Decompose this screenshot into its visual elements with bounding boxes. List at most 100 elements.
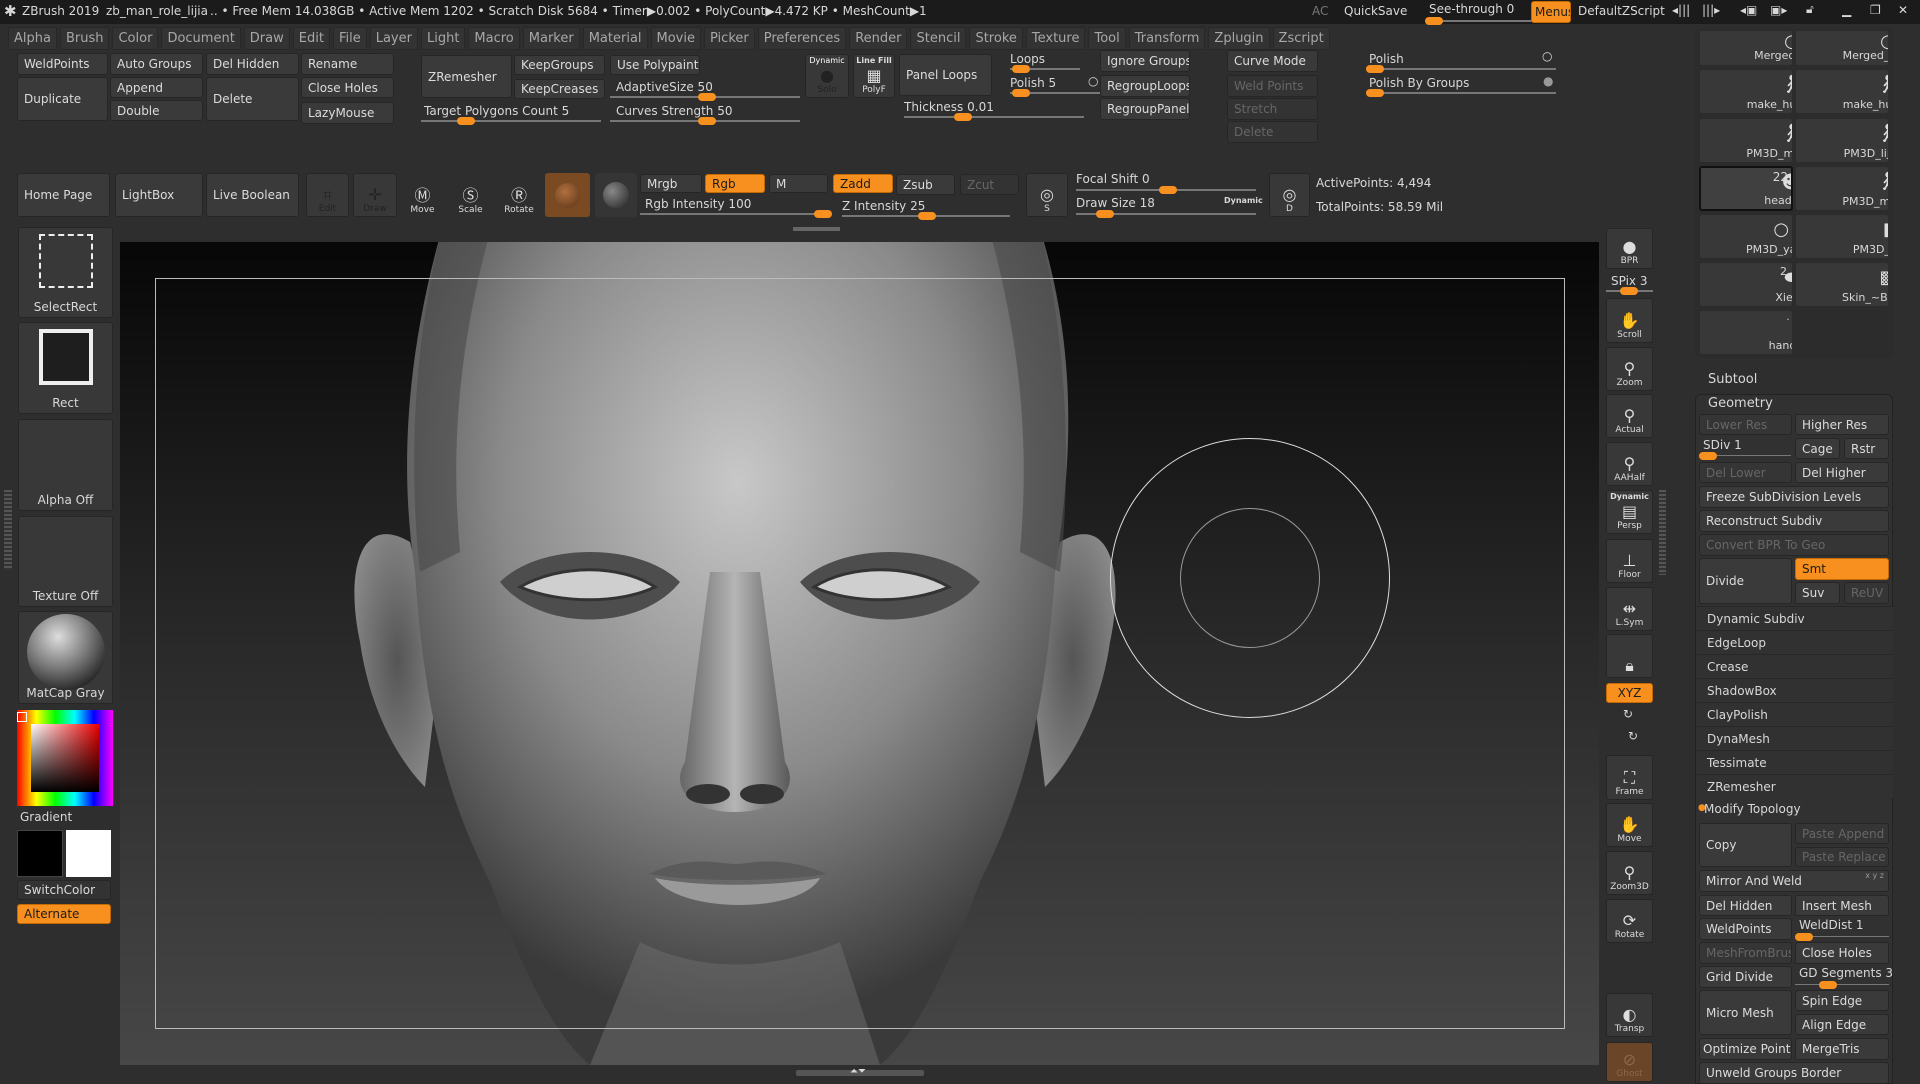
subtool-item[interactable]: ○ ○ PM3D_yaodaiyua <box>1699 214 1793 259</box>
double-button[interactable]: Double <box>110 100 203 121</box>
polish-toggle-icon[interactable]: ○ <box>1088 74 1098 88</box>
menu-edit[interactable]: Edit <box>292 27 330 50</box>
subtool-item[interactable]: 🚶︎ make_human_ro <box>1699 69 1793 114</box>
paste-replace-button[interactable]: Paste Replace <box>1795 847 1889 867</box>
focal-s-button[interactable]: ◎ S <box>1026 173 1068 217</box>
close-holes-button[interactable]: Close Holes <box>301 77 394 98</box>
subtool-item-selected[interactable]: ☻22head_uv1 <box>1699 166 1793 211</box>
color-square[interactable] <box>31 724 99 792</box>
actual-button[interactable]: ⚲ Actual <box>1606 394 1653 438</box>
del-higher-button[interactable]: Del Higher <box>1795 462 1889 483</box>
left-dock-scroll-handle[interactable] <box>4 490 12 570</box>
subtool-item[interactable]: 🚶︎ PM3D_make_hur <box>1795 166 1889 211</box>
delete-button[interactable]: Delete <box>206 77 299 121</box>
keepcreases-button[interactable]: KeepCreases <box>514 79 605 99</box>
lazymouse-button[interactable]: LazyMouse <box>301 102 394 124</box>
append-button[interactable]: Append <box>110 77 203 98</box>
rect-button[interactable]: Rect <box>18 322 113 414</box>
bpr-button[interactable]: ● BPR <box>1606 228 1653 269</box>
dock-right-icon[interactable]: |||▸ <box>1702 3 1720 17</box>
focal-d-button[interactable]: ◎ D <box>1269 173 1310 217</box>
home-page-button[interactable]: Home Page <box>17 173 110 217</box>
weldpoints-panel-button[interactable]: WeldPoints <box>1699 918 1792 940</box>
scale-button[interactable]: Ⓢ Scale <box>451 173 490 217</box>
section-dynamic-subdiv[interactable]: Dynamic Subdiv <box>1697 606 1893 630</box>
m-button[interactable]: M <box>769 174 828 193</box>
draw-button[interactable]: ✛ Draw <box>353 173 397 217</box>
zremesher-button[interactable]: ZRemesher <box>421 55 512 98</box>
menu-file[interactable]: File <box>332 27 367 50</box>
menu-macro[interactable]: Macro <box>468 27 520 50</box>
layout-icon[interactable]: ◂▣ <box>1740 3 1757 17</box>
subtool-item[interactable]: ⬬2Xiezi2 <box>1699 262 1793 307</box>
rstr-button[interactable]: Rstr <box>1844 438 1889 459</box>
top-shelf-scrollbar[interactable] <box>793 227 840 231</box>
zoom3d-button[interactable]: ⚲ Zoom3D <box>1606 851 1653 895</box>
subtool-item[interactable]: ○Merged_腰带绳子 <box>1795 30 1889 66</box>
z-intensity-slider[interactable]: Z Intensity 25 <box>842 199 1010 220</box>
menu-zscript[interactable]: Zscript <box>1272 27 1330 50</box>
move-button[interactable]: Ⓜ Move <box>404 173 441 217</box>
solo-button[interactable]: Dynamic ● Solo <box>805 54 849 98</box>
select-rect-button[interactable]: SelectRect <box>18 227 113 318</box>
menu-movie[interactable]: Movie <box>650 27 701 50</box>
matcap-button[interactable]: MatCap Gray <box>18 611 113 704</box>
floor-button[interactable]: ⊥ Floor <box>1606 539 1653 583</box>
rename-button[interactable]: Rename <box>301 53 394 75</box>
polish-5-slider[interactable]: Polish 5 <box>1010 76 1100 97</box>
polish-circle-icon[interactable]: ○ <box>1542 49 1552 63</box>
aahalf-button[interactable]: ⚲ AAHalf <box>1606 442 1653 486</box>
dynamic-size-toggle[interactable]: Dynamic <box>1224 196 1263 205</box>
xyz-rotate-button[interactable]: XYZ <box>1606 683 1653 703</box>
subtool-header[interactable]: Subtool <box>1708 372 1757 387</box>
frame-button[interactable]: ⛶ Frame <box>1606 755 1653 800</box>
lsym-button[interactable]: ⇹ L.Sym <box>1606 587 1653 631</box>
edit-button[interactable]: ⌗ Edit <box>306 173 349 217</box>
section-tessimate[interactable]: Tessimate <box>1697 750 1893 774</box>
reuv-button[interactable]: ReUV <box>1844 582 1889 604</box>
menu-alpha[interactable]: Alpha <box>8 27 57 50</box>
smt-toggle[interactable]: Smt <box>1795 558 1889 580</box>
subtool-item[interactable]: ▩ Skin_~BrushAlph <box>1795 262 1889 307</box>
dock-left-icon[interactable]: ◂||| <box>1672 3 1690 17</box>
geometry-header[interactable]: Geometry <box>1708 396 1773 411</box>
expand-bottom-icon[interactable]: ⏶⏷ <box>850 1066 866 1077</box>
modify-topology-header[interactable]: Modify Topology <box>1704 802 1801 816</box>
lightbox-button[interactable]: LightBox <box>115 173 203 217</box>
convert-bpr-button[interactable]: Convert BPR To Geo <box>1699 534 1889 556</box>
menu-document[interactable]: Document <box>161 27 241 50</box>
section-crease[interactable]: Crease <box>1697 654 1893 678</box>
use-polypaint-button[interactable]: Use Polypaint <box>610 55 700 75</box>
menus-button[interactable]: Menus <box>1531 1 1571 23</box>
mirror-axes-toggle[interactable]: x y z <box>1865 871 1884 880</box>
divide-button[interactable]: Divide <box>1699 558 1792 604</box>
optimize-points-button[interactable]: Optimize Points <box>1699 1038 1792 1060</box>
menu-brush[interactable]: Brush <box>59 27 110 50</box>
section-edgeloop[interactable]: EdgeLoop <box>1697 630 1893 654</box>
del-hidden-panel-button[interactable]: Del Hidden <box>1699 895 1792 916</box>
viewport-canvas[interactable] <box>120 242 1599 1065</box>
meshfrombrush-button[interactable]: MeshFromBrush <box>1699 942 1792 964</box>
delete-curve-button[interactable]: Delete <box>1227 121 1318 143</box>
gd-segments-slider[interactable]: GD Segments 3 <box>1795 966 1893 989</box>
close-icon[interactable]: ✕ <box>1898 3 1908 17</box>
rgb-intensity-slider[interactable]: Rgb Intensity 100 <box>640 197 832 218</box>
section-shadowbox[interactable]: ShadowBox <box>1697 678 1893 702</box>
freeze-subdivision-button[interactable]: Freeze SubDivision Levels <box>1699 486 1889 508</box>
curves-strength-slider[interactable]: Curves Strength 50 <box>610 104 800 126</box>
z-rotate-icon[interactable]: ↻ <box>1628 729 1638 743</box>
menu-stroke[interactable]: Stroke <box>969 27 1023 50</box>
rotate-button[interactable]: Ⓡ Rotate <box>497 173 541 217</box>
insert-mesh-button[interactable]: Insert Mesh <box>1795 895 1889 916</box>
ignore-groups-button[interactable]: Ignore Groups <box>1100 50 1190 72</box>
menu-zplugin[interactable]: Zplugin <box>1208 27 1270 50</box>
stretch-button[interactable]: Stretch <box>1227 98 1318 120</box>
default-zscript-button[interactable]: DefaultZScript <box>1578 4 1665 18</box>
copy-button[interactable]: Copy <box>1699 823 1792 867</box>
texture-slot-button[interactable]: Texture Off <box>18 516 113 607</box>
menu-preferences[interactable]: Preferences <box>757 27 847 50</box>
regroup-loops-button[interactable]: RegroupLoops <box>1100 75 1190 97</box>
mirror-and-weld-button[interactable]: Mirror And Weld x y z <box>1699 870 1889 892</box>
menu-texture[interactable]: Texture <box>1025 27 1086 50</box>
menu-picker[interactable]: Picker <box>704 27 755 50</box>
